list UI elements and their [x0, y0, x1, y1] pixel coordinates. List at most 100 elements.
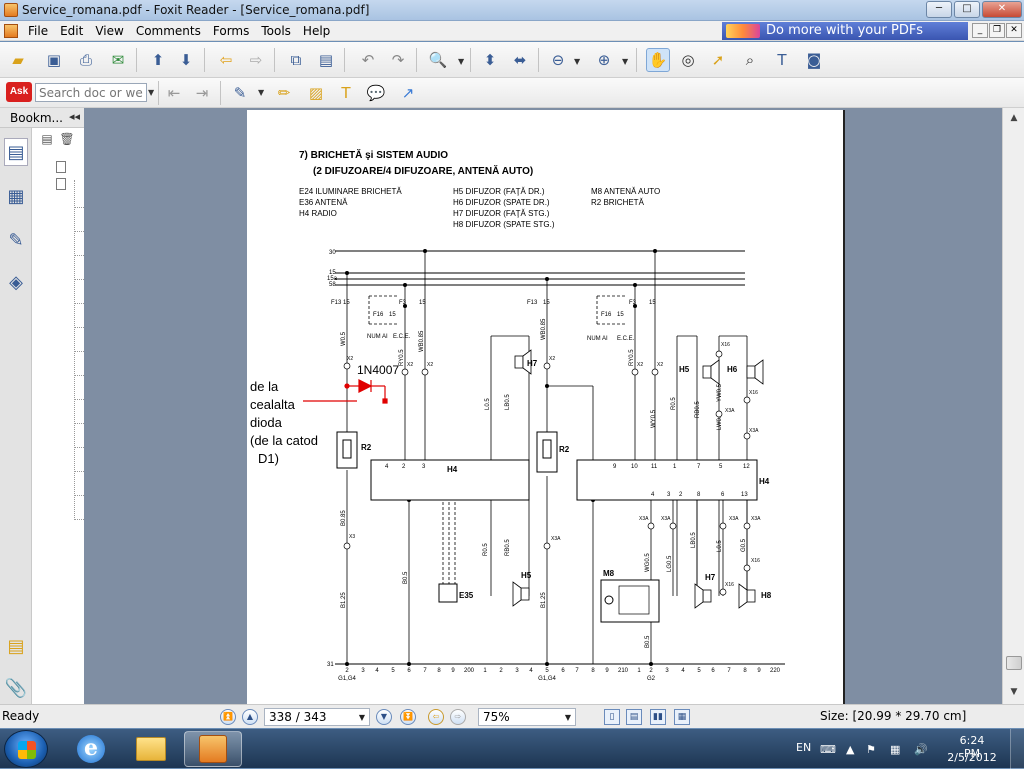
ask-logo[interactable]: Ask	[6, 82, 32, 102]
fit-width-icon[interactable]: ⬌	[508, 48, 532, 72]
scroll-up-icon[interactable]: ▲	[1006, 110, 1022, 126]
bookmark-item[interactable]	[74, 194, 84, 208]
bookmarks-tab-icon[interactable]: ▤	[4, 138, 28, 166]
chevron-down-icon[interactable]: ▼	[359, 713, 365, 722]
back-arrow-icon[interactable]: ⇦	[214, 48, 238, 72]
menu-file[interactable]: File	[22, 24, 54, 38]
bookmark-icon[interactable]	[56, 178, 66, 190]
bookmark-icon[interactable]	[56, 161, 66, 173]
comments-tab-icon[interactable]: ▤	[4, 632, 28, 660]
arrow-tool-icon[interactable]: ↗	[396, 81, 420, 105]
ad-banner[interactable]: Do more with your PDFs	[722, 22, 968, 40]
start-button[interactable]	[4, 730, 48, 768]
bookmark-item[interactable]	[74, 386, 84, 400]
language-indicator[interactable]: EN	[796, 741, 811, 754]
page-number-field[interactable]: 338 / 343 ▼	[264, 708, 370, 726]
find-binoculars-icon[interactable]: ⌕	[738, 48, 762, 72]
bookmark-item[interactable]	[74, 482, 84, 496]
last-page-icon[interactable]: ⏬	[400, 709, 416, 725]
redo-icon[interactable]: ↷	[386, 48, 410, 72]
save-icon[interactable]: ▣	[42, 48, 66, 72]
undo-icon[interactable]: ↶	[356, 48, 380, 72]
show-desktop-button[interactable]	[1010, 729, 1024, 769]
chevron-down-icon[interactable]: ▼	[565, 713, 571, 722]
bookmark-item[interactable]	[74, 434, 84, 448]
zoom-out-icon[interactable]: ⊖	[546, 48, 570, 72]
bookmark-item[interactable]	[74, 218, 84, 232]
taskbar-internet-explorer[interactable]: e	[62, 731, 120, 767]
go-forward-icon[interactable]: ⇨	[450, 709, 466, 725]
go-back-icon[interactable]: ⇦	[428, 709, 444, 725]
bookmark-item[interactable]	[74, 242, 84, 256]
forward-arrow-icon[interactable]: ⇨	[244, 48, 268, 72]
close-button[interactable]: ✕	[982, 1, 1022, 18]
chevron-down-icon[interactable]: ▼	[622, 57, 628, 66]
search-forward-icon[interactable]: ⇥	[190, 81, 214, 105]
collapse-panel-icon[interactable]: ◂◂	[69, 110, 80, 123]
chevron-down-icon[interactable]: ▼	[258, 88, 264, 97]
snapshot-glasses-icon[interactable]: ◎	[676, 48, 700, 72]
foxit-app-icon[interactable]	[4, 3, 18, 17]
fit-page-icon[interactable]: ⬍	[478, 48, 502, 72]
bookmark-item[interactable]	[74, 506, 84, 520]
document-viewer[interactable]: 7) BRICHETĂ şi SISTEM AUDIO (2 DIFUZOARE…	[84, 108, 1002, 704]
email-icon[interactable]: ✉	[106, 48, 130, 72]
action-center-flag-icon[interactable]: ⚑	[866, 743, 876, 756]
pages-tab-icon[interactable]: ▦	[4, 182, 28, 210]
single-page-icon[interactable]: ▯	[604, 709, 620, 725]
zoom-in-magnifier-icon[interactable]: 🔍	[426, 48, 450, 72]
note-tool-icon[interactable]: ✎	[228, 81, 252, 105]
menu-comments[interactable]: Comments	[130, 24, 207, 38]
taskbar-explorer[interactable]	[122, 731, 180, 767]
delete-bookmark-icon[interactable]: 🗑	[58, 132, 76, 150]
keyboard-icon[interactable]: ⌨	[820, 743, 836, 756]
menu-forms[interactable]: Forms	[207, 24, 255, 38]
next-page-icon[interactable]: ⬇	[174, 48, 198, 72]
search-back-icon[interactable]: ⇤	[162, 81, 186, 105]
print-icon[interactable]: ⎙	[74, 48, 98, 72]
bookmark-item[interactable]	[74, 314, 84, 328]
zoom-in-icon[interactable]: ⊕	[592, 48, 616, 72]
select-arrow-icon[interactable]: ➚	[706, 48, 730, 72]
bookmark-item[interactable]	[74, 266, 84, 280]
chevron-down-icon[interactable]: ▼	[458, 57, 464, 66]
menu-view[interactable]: View	[89, 24, 129, 38]
prev-page-icon[interactable]: ▲	[242, 709, 258, 725]
text-viewer-icon[interactable]: T	[770, 48, 794, 72]
doc-restore-button[interactable]: ❐	[989, 23, 1005, 38]
minimize-button[interactable]: ─	[926, 1, 952, 18]
bookmark-item[interactable]	[74, 362, 84, 376]
doc-minimize-button[interactable]: _	[972, 23, 988, 38]
scroll-thumb[interactable]	[1006, 656, 1022, 670]
show-hidden-icons-icon[interactable]: ▲	[846, 743, 854, 756]
next-page-icon[interactable]: ▼	[376, 709, 392, 725]
first-page-icon[interactable]: ⏫	[220, 709, 236, 725]
bookmark-item[interactable]	[74, 338, 84, 352]
layers-tab-icon[interactable]: ◈	[4, 268, 28, 296]
bookmark-item[interactable]	[74, 458, 84, 472]
text-select-icon[interactable]: ▤	[314, 48, 338, 72]
extract-icon[interactable]: ⧉	[284, 48, 308, 72]
camera-icon[interactable]: ◙	[802, 48, 826, 72]
document-icon[interactable]	[4, 24, 18, 38]
highlight-icon[interactable]: ▨	[304, 81, 328, 105]
doc-close-button[interactable]: ✕	[1006, 23, 1022, 38]
attachments-tab-icon[interactable]: 📎	[4, 674, 28, 702]
annotations-tab-icon[interactable]: ✎	[4, 226, 28, 254]
continuous-page-icon[interactable]: ▤	[626, 709, 642, 725]
previous-page-icon[interactable]: ⬆	[146, 48, 170, 72]
maximize-button[interactable]: □	[954, 1, 980, 18]
zoom-field[interactable]: 75% ▼	[478, 708, 576, 726]
menu-help[interactable]: Help	[297, 24, 336, 38]
pdf-page[interactable]: 7) BRICHETĂ şi SISTEM AUDIO (2 DIFUZOARE…	[247, 110, 843, 704]
typewriter-icon[interactable]: T	[334, 81, 358, 105]
network-icon[interactable]: ▦	[890, 743, 900, 756]
facing-page-icon[interactable]: ▮▮	[650, 709, 666, 725]
continuous-facing-icon[interactable]: ▦	[674, 709, 690, 725]
menu-tools[interactable]: Tools	[255, 24, 297, 38]
pencil-icon[interactable]: ✏	[272, 81, 296, 105]
vertical-scrollbar[interactable]: ▲ ▼	[1002, 108, 1024, 704]
chevron-down-icon[interactable]: ▼	[574, 57, 580, 66]
clock-date[interactable]: 2/5/2012	[944, 751, 1000, 764]
taskbar-foxit-reader[interactable]	[184, 731, 242, 767]
